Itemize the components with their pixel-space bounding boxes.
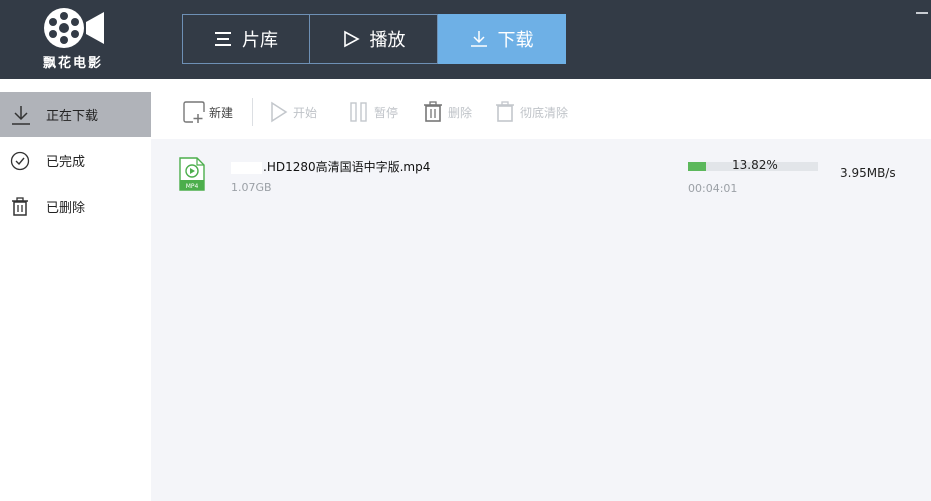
check-circle-icon — [10, 151, 30, 170]
sidebar-item-label: 已删除 — [46, 201, 86, 216]
new-button[interactable]: 新建 — [183, 99, 233, 125]
toolbar-button-label: 暂停 — [374, 105, 399, 120]
start-button[interactable]: 开始 — [269, 99, 317, 125]
download-speed: 3.95MB/s — [840, 166, 896, 180]
main-tabs: 片库 播放 下载 — [182, 14, 566, 64]
new-task-icon — [183, 101, 205, 123]
trash-icon — [424, 101, 442, 122]
file-type-label: MP4 — [186, 183, 199, 190]
minimize-button[interactable] — [916, 12, 928, 14]
toolbar-button-label: 开始 — [293, 105, 318, 120]
file-name-text: .HD1280高清国语中字版.mp4 — [263, 160, 431, 174]
sidebar-item-label: 正在下载 — [46, 109, 99, 124]
toolbar: 新建 开始 暂停 删除 彻底清除 — [151, 79, 931, 139]
sidebar-item-deleted[interactable]: 已删除 — [0, 184, 151, 229]
trash-icon — [12, 196, 28, 216]
mp4-file-icon: MP4 — [179, 157, 205, 191]
play-icon — [343, 30, 360, 48]
toolbar-divider — [252, 98, 253, 126]
file-name: .HD1280高清国语中字版.mp4 — [231, 158, 430, 175]
pause-button[interactable]: 暂停 — [348, 99, 398, 125]
tab-library[interactable]: 片库 — [182, 14, 310, 64]
progress-fill — [688, 162, 706, 171]
top-bar: 飘花电影 片库 播放 下载 — [0, 0, 931, 79]
progress-percent: 13.82% — [732, 158, 778, 172]
trash-icon — [496, 101, 514, 122]
toolbar-button-label: 新建 — [209, 105, 234, 120]
toolbar-button-label: 删除 — [448, 105, 473, 120]
download-icon — [12, 105, 30, 125]
delete-button[interactable]: 删除 — [422, 99, 472, 125]
purge-button[interactable]: 彻底清除 — [494, 99, 568, 125]
list-icon — [215, 32, 231, 46]
tab-label: 下载 — [497, 30, 534, 51]
elapsed-time: 00:04:01 — [688, 182, 738, 195]
download-icon — [470, 31, 487, 47]
tab-download[interactable]: 下载 — [438, 14, 566, 64]
play-icon — [271, 101, 288, 123]
sidebar: 正在下载 已完成 已删除 — [0, 79, 151, 501]
app-logo: 飘花电影 — [28, 4, 118, 74]
app-name: 飘花电影 — [42, 56, 103, 71]
sidebar-item-downloading[interactable]: 正在下载 — [0, 92, 151, 137]
pause-icon — [350, 102, 367, 122]
sidebar-item-label: 已完成 — [46, 155, 86, 170]
sidebar-item-completed[interactable]: 已完成 — [0, 138, 151, 183]
main-panel: 新建 开始 暂停 删除 彻底清除 MP4 .HD1280高清国语中字版.mp4 … — [151, 79, 931, 501]
download-row[interactable]: MP4 .HD1280高清国语中字版.mp4 1.07GB 13.82% 00:… — [151, 149, 931, 209]
film-camera-icon — [44, 8, 104, 48]
toolbar-button-label: 彻底清除 — [520, 105, 569, 120]
file-size: 1.07GB — [231, 181, 272, 194]
tab-label: 片库 — [242, 30, 278, 51]
tab-label: 播放 — [369, 30, 406, 51]
tab-play[interactable]: 播放 — [310, 14, 438, 64]
redacted-text — [231, 161, 262, 174]
